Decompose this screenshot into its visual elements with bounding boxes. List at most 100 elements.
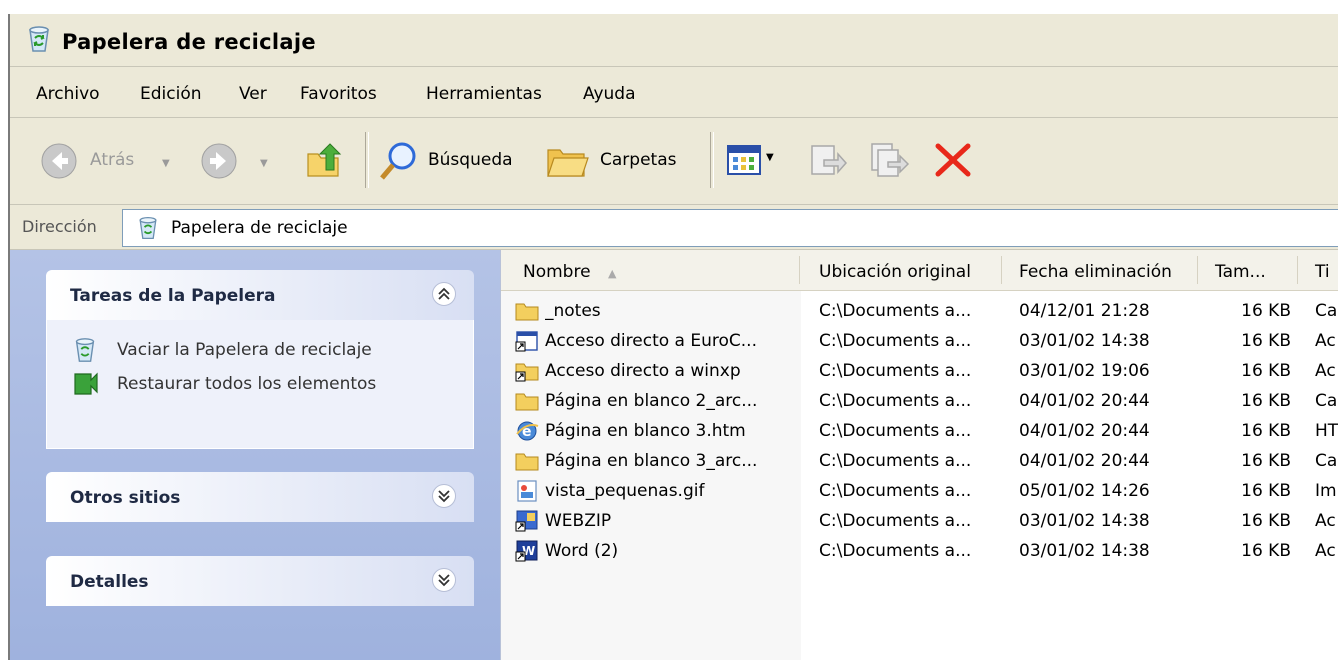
chevron-down-icon: ▼	[766, 152, 774, 163]
toolbar: Atrás ▼ ▼ Búsqueda Carpetas ▼	[10, 118, 1338, 205]
file-type: Ac	[1315, 331, 1336, 351]
other-places-panel: Otros sitios	[46, 472, 474, 522]
file-name: vista_pequenas.gif	[545, 481, 705, 501]
copy-to-icon	[870, 143, 910, 184]
menu-archivo[interactable]: Archivo	[36, 84, 100, 104]
back-label: Atrás	[90, 150, 135, 170]
column-divider[interactable]	[799, 256, 800, 284]
expand-icon[interactable]	[432, 568, 456, 592]
file-location: C:\Documents a...	[819, 421, 972, 441]
column-divider[interactable]	[1197, 256, 1198, 284]
file-location: C:\Documents a...	[819, 301, 972, 321]
recycle-bin-icon	[135, 215, 161, 245]
file-date: 05/01/02 14:26	[1019, 481, 1150, 501]
file-row[interactable]: WEBZIP C:\Documents a... 03/01/02 14:38 16 …	[501, 506, 1338, 536]
file-name: Word (2)	[545, 541, 619, 561]
folders-button[interactable]: Carpetas	[546, 138, 696, 184]
file-type: Ac	[1315, 541, 1336, 561]
title-bar[interactable]: Papelera de reciclaje	[10, 14, 1338, 67]
file-date: 04/01/02 20:44	[1019, 421, 1150, 441]
file-row[interactable]: Acceso directo a EuroC... C:\Documents a.…	[501, 326, 1338, 356]
recycle-tasks-header[interactable]: Tareas de la Papelera	[46, 270, 474, 320]
views-button[interactable]: ▼	[726, 142, 786, 182]
file-date: 03/01/02 19:06	[1019, 361, 1150, 381]
file-type: Im	[1315, 481, 1337, 501]
column-header-row: Nombre ▲ Ubicación original Fecha elimin…	[501, 250, 1338, 291]
back-arrow-icon	[40, 142, 78, 184]
other-places-header[interactable]: Otros sitios	[46, 472, 474, 522]
column-fecha[interactable]: Fecha eliminación	[1019, 262, 1172, 282]
address-bar: Dirección Papelera de reciclaje	[10, 205, 1338, 250]
back-button[interactable]: Atrás ▼	[32, 138, 172, 184]
file-row[interactable]: Página en blanco 2_arc... C:\Documents a.…	[501, 386, 1338, 416]
file-date: 04/12/01 21:28	[1019, 301, 1150, 321]
column-ubicacion[interactable]: Ubicación original	[819, 262, 971, 282]
file-date: 03/01/02 14:38	[1019, 541, 1150, 561]
address-input[interactable]: Papelera de reciclaje	[122, 209, 1338, 247]
folder-shortcut-icon	[515, 360, 539, 382]
file-location: C:\Documents a...	[819, 331, 972, 351]
file-size: 16 KB	[1241, 511, 1291, 531]
file-type: Ac	[1315, 361, 1336, 381]
file-date: 03/01/02 14:38	[1019, 331, 1150, 351]
file-type: Ca	[1315, 301, 1338, 321]
column-tamano[interactable]: Tam...	[1215, 262, 1266, 282]
expand-icon[interactable]	[432, 484, 456, 508]
file-name: _notes	[545, 301, 601, 321]
copy-to-button[interactable]	[870, 142, 910, 184]
up-folder-button[interactable]	[300, 138, 350, 184]
delete-button[interactable]	[932, 140, 974, 184]
folders-icon	[546, 142, 590, 184]
collapse-icon[interactable]	[432, 282, 456, 306]
file-size: 16 KB	[1241, 301, 1291, 321]
file-name: Página en blanco 3_arc...	[545, 451, 758, 471]
file-row[interactable]: _notes C:\Documents a... 04/12/01 21:28 16 …	[501, 296, 1338, 326]
column-divider[interactable]	[1001, 256, 1002, 284]
file-size: 16 KB	[1241, 361, 1291, 381]
image-icon	[515, 480, 539, 502]
file-location: C:\Documents a...	[819, 541, 972, 561]
menu-edicion[interactable]: Edición	[140, 84, 202, 104]
forward-button[interactable]: ▼	[200, 138, 280, 184]
file-size: 16 KB	[1241, 451, 1291, 471]
file-location: C:\Documents a...	[819, 511, 972, 531]
file-name: Página en blanco 3.htm	[545, 421, 746, 441]
file-location: C:\Documents a...	[819, 451, 972, 471]
up-folder-icon	[304, 140, 344, 184]
file-row[interactable]: Acceso directo a winxp C:\Documents a... 0…	[501, 356, 1338, 386]
menu-bar: Archivo Edición Ver Favoritos Herramient…	[10, 67, 1338, 118]
details-panel: Detalles	[46, 556, 474, 606]
file-name: WEBZIP	[545, 511, 612, 531]
file-row[interactable]: W Word (2) C:\Documents a... 03/01/02 14:38…	[501, 536, 1338, 566]
file-size: 16 KB	[1241, 391, 1291, 411]
file-size: 16 KB	[1241, 421, 1291, 441]
file-row[interactable]: e Página en blanco 3.htm C:\Documents a...…	[501, 416, 1338, 446]
menu-ver[interactable]: Ver	[239, 84, 267, 104]
file-name: Acceso directo a EuroC...	[545, 331, 757, 351]
restore-all-label: Restaurar todos los elementos	[117, 374, 377, 394]
menu-herramientas[interactable]: Herramientas	[426, 84, 542, 104]
file-name: Acceso directo a winxp	[545, 361, 741, 381]
recycle-tasks-panel: Tareas de la Papelera Vaciar la Papelera…	[46, 270, 474, 449]
column-tipo[interactable]: Ti	[1315, 262, 1330, 282]
delete-x-icon	[932, 143, 974, 184]
file-type: Ac	[1315, 511, 1336, 531]
menu-ayuda[interactable]: Ayuda	[583, 84, 636, 104]
forward-arrow-icon	[200, 142, 238, 184]
file-size: 16 KB	[1241, 541, 1291, 561]
menu-favoritos[interactable]: Favoritos	[300, 84, 377, 104]
column-nombre[interactable]: Nombre ▲	[523, 262, 616, 282]
address-label: Dirección	[22, 217, 97, 236]
file-date: 04/01/02 20:44	[1019, 391, 1150, 411]
details-header[interactable]: Detalles	[46, 556, 474, 606]
file-row[interactable]: vista_pequenas.gif C:\Documents a... 05/01…	[501, 476, 1338, 506]
column-divider[interactable]	[1297, 256, 1298, 284]
file-row[interactable]: Página en blanco 3_arc... C:\Documents a.…	[501, 446, 1338, 476]
search-button[interactable]: Búsqueda	[378, 138, 538, 184]
search-icon	[378, 140, 420, 186]
move-to-button[interactable]	[808, 142, 848, 184]
views-icon	[726, 144, 762, 180]
move-to-icon	[808, 145, 848, 184]
explorer-window: Papelera de reciclaje Archivo Edición Ve…	[8, 14, 1338, 660]
recycle-tasks-title: Tareas de la Papelera	[70, 286, 276, 306]
